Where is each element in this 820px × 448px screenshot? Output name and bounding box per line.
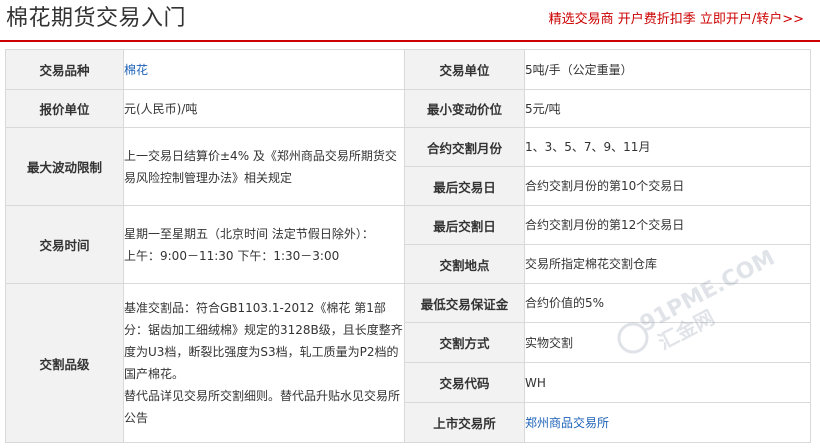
delivery-grade-text: 基准交割品：符合GB1103.1-2012《棉花 第1部分：锯齿加工细绒棉》规定… xyxy=(124,301,403,381)
spec-value: 棉花 xyxy=(123,49,405,90)
spec-label: 交割品级 xyxy=(5,283,124,443)
spec-label: 交割地点 xyxy=(404,244,525,284)
spec-value: 上一交易日结算价±4% 及《郑州商品交易所期货交易风险控制管理办法》相关规定 xyxy=(123,127,405,206)
spec-value: 合约交割月份的第10个交易日 xyxy=(524,166,811,206)
spec-value: 5元/吨 xyxy=(524,89,811,128)
spec-label: 交易时间 xyxy=(5,205,124,284)
spec-label: 最小变动价位 xyxy=(404,89,525,128)
spec-label: 最大波动限制 xyxy=(5,127,124,206)
trading-hours-text: 上午：9:00－11:30 下午：1:30－3:00 xyxy=(124,248,340,263)
spec-value: 元(人民币)/吨 xyxy=(123,89,405,128)
contract-spec-table: 交易品种 棉花 交易单位 5吨/手（公定重量） 报价单位 元(人民币)/吨 最小… xyxy=(5,49,811,443)
table-row: 报价单位 元(人民币)/吨 最小变动价位 5元/吨 xyxy=(5,89,811,128)
spec-value: 实物交割 xyxy=(524,322,811,363)
spec-label: 上市交易所 xyxy=(404,402,525,443)
spec-value: 交易所指定棉花交割仓库 xyxy=(524,244,811,284)
table-row: 最大波动限制 上一交易日结算价±4% 及《郑州商品交易所期货交易风险控制管理办法… xyxy=(5,127,811,206)
spec-value: 基准交割品：符合GB1103.1-2012《棉花 第1部分：锯齿加工细绒棉》规定… xyxy=(123,283,405,443)
variety-link[interactable]: 棉花 xyxy=(124,63,148,77)
table-row: 交割品级 基准交割品：符合GB1103.1-2012《棉花 第1部分：锯齿加工细… xyxy=(5,283,811,443)
spec-label: 最后交割日 xyxy=(404,205,525,245)
exchange-link[interactable]: 郑州商品交易所 xyxy=(525,416,609,430)
spec-label: 合约交割月份 xyxy=(404,127,525,167)
spec-value: 星期一至星期五（北京时间 法定节假日除外）： 上午：9:00－11:30 下午：… xyxy=(123,205,405,284)
spec-label: 交易品种 xyxy=(5,49,124,90)
page-header: 棉花期货交易入门 精选交易商 开户费折扣季 立即开户/转户>> xyxy=(0,0,820,40)
header-divider xyxy=(0,40,820,42)
substitute-grade-text: 替代品详见交易所交割细则。替代品升贴水见交易所公告 xyxy=(124,389,401,425)
page-title: 棉花期货交易入门 xyxy=(6,6,187,31)
spec-value: 合约交割月份的第12个交易日 xyxy=(524,205,811,245)
spec-value: WH xyxy=(524,362,811,403)
spec-label: 报价单位 xyxy=(5,89,124,128)
spec-label: 最后交易日 xyxy=(404,166,525,206)
spec-label: 交易单位 xyxy=(404,49,525,90)
spec-label: 最低交易保证金 xyxy=(404,283,525,323)
spec-value: 郑州商品交易所 xyxy=(524,402,811,443)
table-row: 交易品种 棉花 交易单位 5吨/手（公定重量） xyxy=(5,49,811,90)
spec-value: 1、3、5、7、9、11月 xyxy=(524,127,811,167)
spec-label: 交易代码 xyxy=(404,362,525,403)
spec-value: 合约价值的5% xyxy=(524,283,811,323)
table-row: 交易时间 星期一至星期五（北京时间 法定节假日除外）： 上午：9:00－11:3… xyxy=(5,205,811,284)
open-account-promo-link[interactable]: 精选交易商 开户费折扣季 立即开户/转户>> xyxy=(549,11,804,29)
spec-value: 5吨/手（公定重量） xyxy=(524,49,811,90)
spec-label: 交割方式 xyxy=(404,322,525,363)
trading-days-text: 星期一至星期五（北京时间 法定节假日除外）： xyxy=(124,226,374,241)
